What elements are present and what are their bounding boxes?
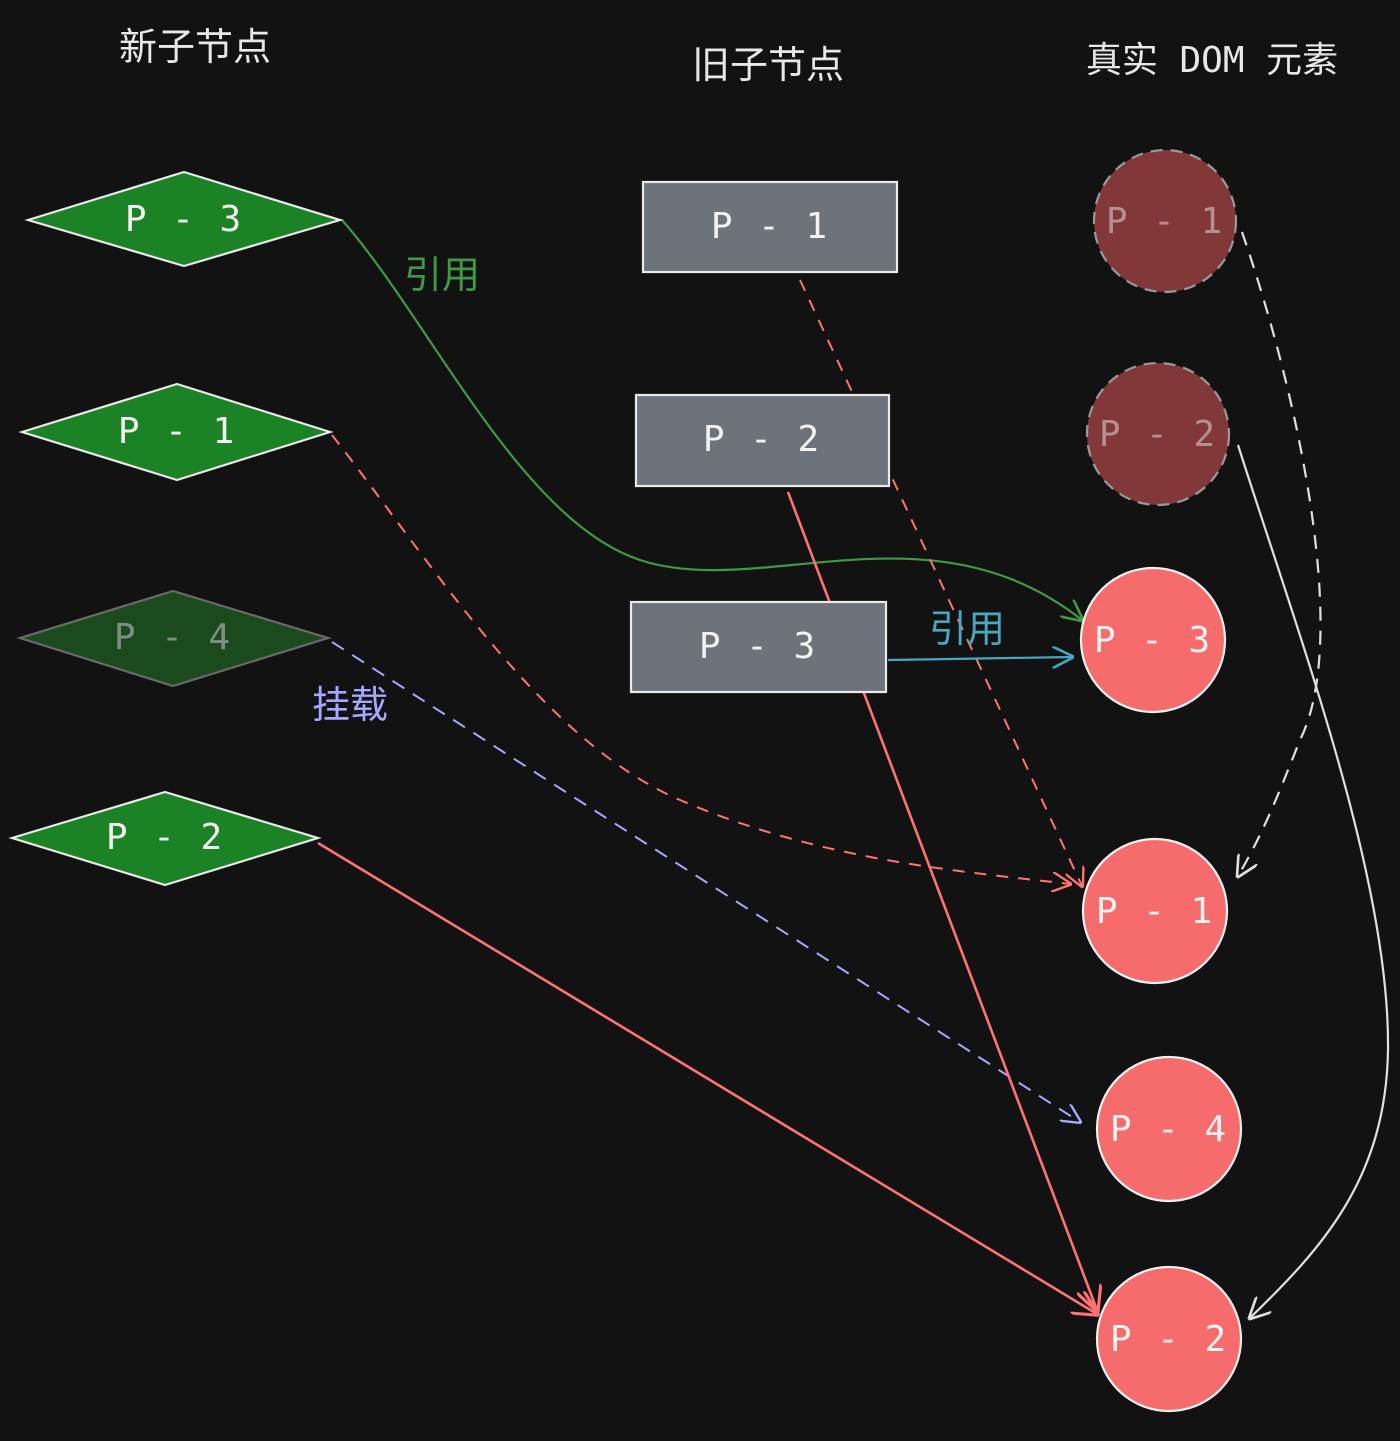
edge-label-ref-green: 引用 [404, 253, 480, 297]
new-child-label: P - 4 [114, 617, 232, 658]
edge-dom-p2-move [1236, 444, 1390, 1318]
header-new-children: 新子节点 [119, 25, 271, 69]
dom-node-label: P - 4 [1110, 1109, 1228, 1150]
old-child-label: P - 1 [711, 206, 829, 247]
new-child-node: P - 2 [8, 790, 322, 887]
new-child-label: P - 3 [125, 199, 243, 240]
dom-node: P - 1 [1081, 837, 1229, 985]
old-child-label: P - 3 [699, 626, 817, 667]
new-child-node: P - 1 [18, 382, 334, 482]
edge-old-p3-to-dom-p3 [887, 657, 1072, 660]
dom-node-moved: P - 1 [1092, 148, 1238, 294]
dom-node-label: P - 3 [1094, 620, 1212, 661]
dom-node-label: P - 1 [1096, 891, 1214, 932]
new-child-label: P - 1 [118, 411, 236, 452]
dom-node: P - 3 [1079, 566, 1227, 714]
old-child-node: P - 3 [629, 600, 888, 694]
edge-new-p2-to-dom-p2 [317, 841, 1097, 1314]
dom-node-moved: P - 2 [1085, 361, 1231, 507]
dom-node-label: P - 2 [1110, 1319, 1228, 1360]
old-child-node: P - 1 [641, 180, 899, 274]
edge-dom-p1-move [1238, 231, 1322, 876]
header-real-dom: 真实 DOM 元素 [1086, 40, 1338, 81]
diagram-canvas: 新子节点 旧子节点 真实 DOM 元素 引用 引用 挂载 P - 3 P - 1… [8, 25, 1390, 1413]
old-child-label: P - 2 [703, 419, 821, 460]
edge-label-ref-blue: 引用 [929, 607, 1005, 651]
new-child-node: P - 3 [24, 170, 344, 268]
edge-new-p4-mount-dom-p4 [331, 641, 1080, 1122]
dom-node-label: P - 2 [1099, 414, 1217, 455]
dom-node-label: P - 1 [1106, 201, 1224, 242]
old-child-node: P - 2 [634, 393, 891, 488]
edge-label-mount: 挂载 [312, 683, 388, 727]
edge-old-p1-to-dom-p1 [799, 279, 1082, 886]
header-old-children: 旧子节点 [692, 43, 844, 87]
dom-node: P - 4 [1095, 1055, 1243, 1203]
dom-node: P - 2 [1095, 1265, 1243, 1413]
new-child-node-unmatched: P - 4 [16, 589, 332, 688]
new-child-label: P - 2 [106, 817, 224, 858]
